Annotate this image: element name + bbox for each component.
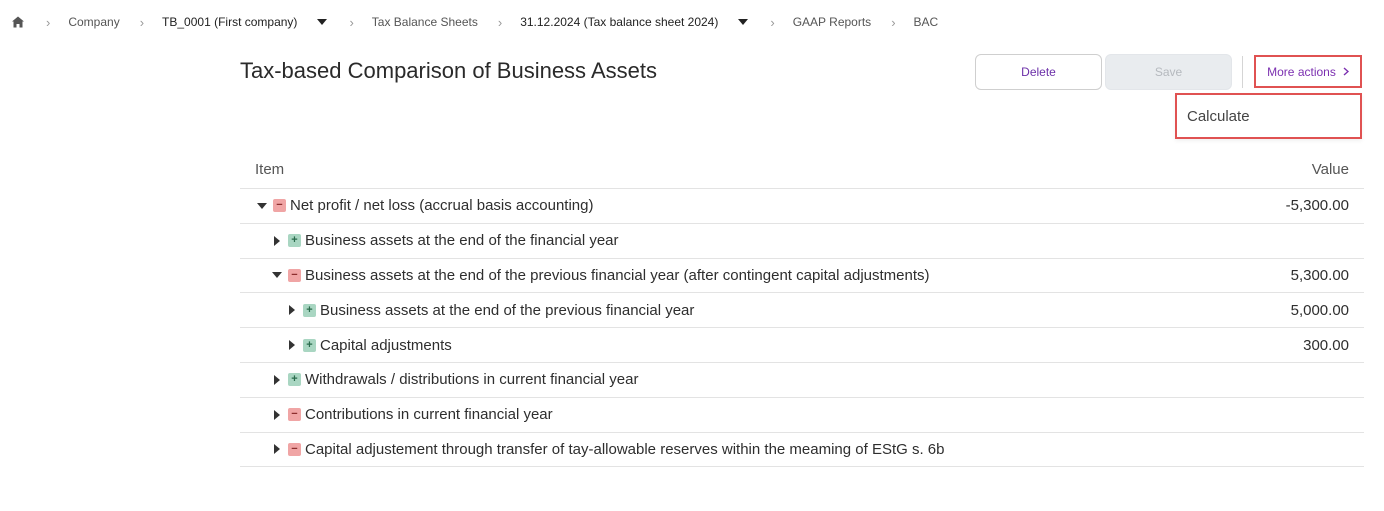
chevron-right-icon [1343,65,1349,79]
table-row[interactable]: − Net profit / net loss (accrual basis ac… [240,189,1364,224]
table-row[interactable]: − Business assets at the end of the previ… [240,259,1364,294]
plus-icon: + [303,338,316,352]
breadcrumb-item-tb0001[interactable]: TB_0001 (First company) [162,15,297,29]
row-value: 5,300.00 [1290,266,1349,284]
breadcrumb-item-company[interactable]: Company [68,15,119,29]
caret-down-icon[interactable] [271,269,283,281]
plus-icon: + [288,373,301,387]
table-row[interactable]: + Business assets at the end of the previ… [240,293,1364,329]
minus-icon: − [288,408,301,422]
caret-right-icon[interactable] [271,443,283,455]
table-row[interactable]: − Capital adjustement through transfer of… [240,433,1364,468]
chevron-right-icon: › [349,14,354,30]
table-header: Item Value [240,150,1364,189]
caret-right-icon[interactable] [286,304,298,316]
breadcrumb: › Company › TB_0001 (First company) › Ta… [0,0,1384,44]
breadcrumb-item-tax-balance-sheets[interactable]: Tax Balance Sheets [372,15,478,29]
row-label: Capital adjustement through transfer of … [305,440,945,458]
delete-button[interactable]: Delete [975,54,1102,90]
breadcrumb-item-tax-balance-sheet-2024[interactable]: 31.12.2024 (Tax balance sheet 2024) [520,15,718,29]
row-label: Business assets at the end of the previo… [320,301,695,319]
more-actions-button[interactable]: More actions [1254,55,1362,88]
row-value: 5,000.00 [1290,301,1349,319]
caret-right-icon[interactable] [271,235,283,247]
table-row[interactable]: + Withdrawals / distributions in current … [240,363,1364,398]
row-label: Business assets at the end of the previo… [305,266,930,284]
plus-icon: + [288,234,301,248]
minus-icon: − [288,442,301,456]
breadcrumb-item-gaap-reports[interactable]: GAAP Reports [793,15,871,29]
row-value: 300.00 [1303,336,1349,354]
caret-down-icon[interactable] [315,15,329,29]
caret-right-icon[interactable] [286,339,298,351]
divider [1242,56,1243,88]
page-title: Tax-based Comparison of Business Assets [240,58,657,83]
caret-right-icon[interactable] [271,409,283,421]
table-row[interactable]: + Capital adjustments 300.00 [240,328,1364,363]
save-button[interactable]: Save [1105,54,1232,90]
table-body: − Net profit / net loss (accrual basis ac… [240,189,1364,468]
chevron-right-icon: › [497,14,503,30]
chevron-right-icon: › [770,14,775,30]
row-label: Contributions in current financial year [305,406,553,424]
more-actions-label: More actions [1267,64,1336,79]
table-row[interactable]: − Contributions in current financial year [240,398,1364,433]
caret-down-icon[interactable] [256,200,268,212]
minus-icon: − [288,268,301,282]
row-label: Net profit / net loss (accrual basis acc… [290,197,594,215]
caret-right-icon[interactable] [271,374,283,386]
home-icon[interactable] [10,14,26,30]
items-table: Item Value − Net profit / net loss (accru… [240,150,1364,468]
table-row[interactable]: + Business assets at the end of the finan… [240,224,1364,259]
plus-icon: + [303,303,316,317]
column-header-value: Value [1311,160,1349,178]
minus-icon: − [273,199,286,213]
chevron-right-icon: › [891,14,896,30]
column-header-item: Item [255,160,285,178]
row-label: Withdrawals / distributions in current f… [305,371,639,389]
row-label: Capital adjustments [320,336,452,354]
row-value: -5,300.00 [1285,197,1349,215]
chevron-right-icon: › [139,14,145,30]
caret-down-icon[interactable] [736,15,750,29]
menu-item-calculate[interactable]: Calculate [1175,93,1362,139]
row-label: Business assets at the end of the financ… [305,232,619,250]
chevron-right-icon: › [46,14,51,30]
breadcrumb-item-bac[interactable]: BAC [914,15,939,29]
